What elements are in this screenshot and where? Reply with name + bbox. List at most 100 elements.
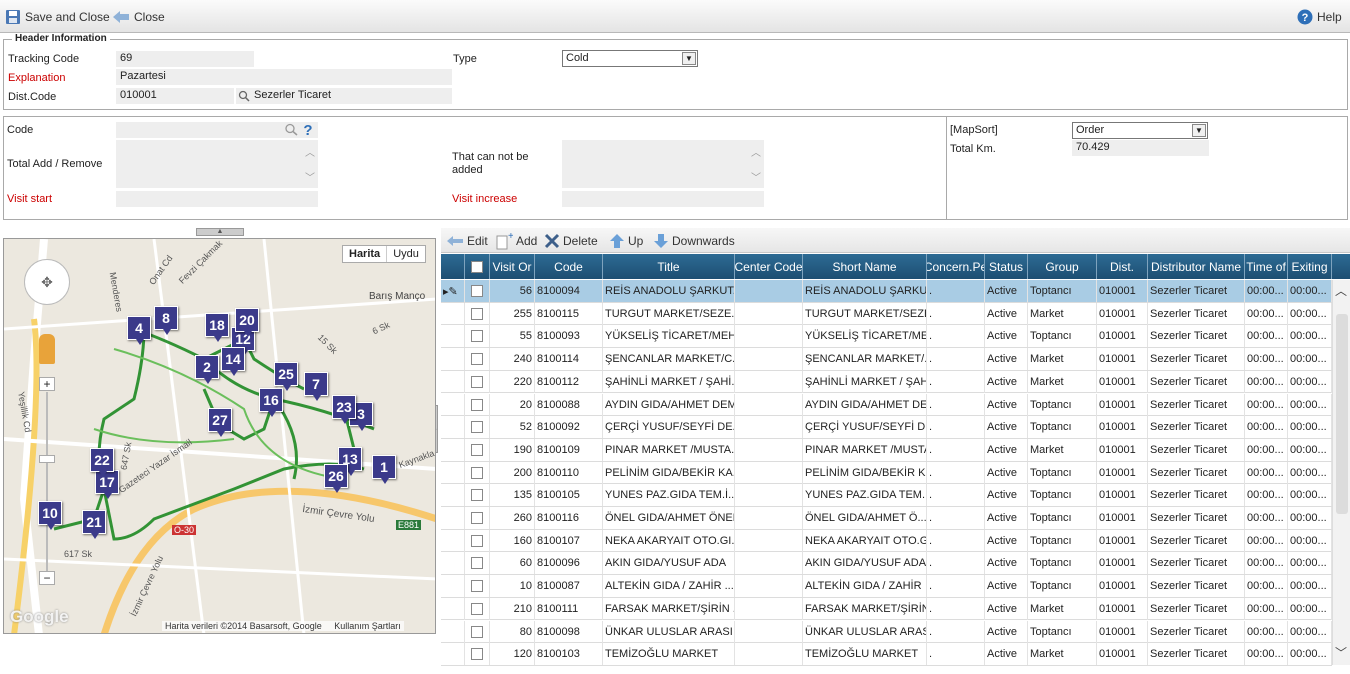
row-checkbox-cell[interactable] (465, 280, 490, 302)
textarea-scrollbar[interactable]: ︿ ﹀ (304, 144, 316, 184)
route-marker[interactable]: 16 (259, 388, 283, 417)
route-map[interactable]: Harita Uydu ✥ + − Barış Manço İzmir Çevr… (3, 238, 436, 634)
zoom-slider-track[interactable] (46, 392, 48, 572)
row-checkbox-cell[interactable] (465, 348, 490, 371)
mapsort-select[interactable]: Order ▼ (1072, 122, 1208, 139)
select-all-checkbox[interactable] (471, 260, 483, 273)
route-marker[interactable]: 21 (82, 510, 106, 539)
row-checkbox[interactable] (471, 443, 483, 456)
splitter-collapse-handle[interactable]: ▲ (196, 228, 244, 236)
add-button[interactable]: + Add (493, 232, 537, 250)
dist-code-field[interactable]: 010001 (116, 88, 234, 104)
route-marker[interactable]: 8 (154, 306, 178, 335)
column-header[interactable]: Visit Or (490, 254, 535, 279)
table-row[interactable]: 210 8100111 FARSAK MARKET/ŞİRİN ... FARSAK … (441, 597, 1332, 621)
map-pan-control[interactable]: ✥ (24, 259, 70, 305)
grid-vertical-scrollbar[interactable]: ︿ ﹀ (1332, 280, 1350, 665)
table-row[interactable]: 160 8100107 NEKA AKARYAIT OTO.GI... NEKA AK… (441, 529, 1332, 553)
delete-button[interactable]: Delete (544, 232, 598, 250)
row-checkbox[interactable] (471, 421, 483, 434)
route-marker[interactable]: 1 (372, 455, 396, 484)
row-checkbox[interactable] (471, 398, 483, 411)
table-row[interactable]: 55 8100093 YÜKSELİŞ TİCARET/MEH... YÜKSELİŞ… (441, 325, 1332, 349)
route-marker[interactable]: 4 (127, 316, 151, 345)
edit-button[interactable]: Edit (446, 232, 488, 250)
column-header[interactable]: Short Name (803, 254, 927, 279)
row-checkbox[interactable] (471, 580, 483, 593)
row-checkbox-cell[interactable] (465, 438, 490, 461)
textarea-scrollbar[interactable]: ︿ ﹀ (750, 144, 762, 184)
chevron-up-icon[interactable]: ︿ (1335, 282, 1347, 299)
table-row[interactable]: 135 8100105 YUNES PAZ.GIDA TEM.İ... YUNES P… (441, 484, 1332, 507)
row-checkbox-cell[interactable] (465, 643, 490, 666)
save-and-close-button[interactable]: Save and Close (5, 8, 110, 26)
map-terms-link[interactable]: Kullanım Şartları (334, 621, 401, 631)
code-field[interactable]: ? (116, 122, 318, 138)
move-down-button[interactable]: Downwards (653, 232, 735, 250)
search-icon[interactable] (238, 90, 250, 102)
table-row[interactable]: 80 8100098 ÜNKAR ULUSLAR ARASI ... ÜNKAR UL… (441, 620, 1332, 644)
row-checkbox[interactable] (471, 489, 483, 502)
select-all-checkbox-cell[interactable] (465, 254, 490, 279)
search-icon[interactable] (284, 123, 298, 136)
column-header[interactable]: Group (1028, 254, 1097, 279)
route-marker[interactable]: 20 (235, 308, 259, 337)
map-view-button[interactable]: Harita (343, 246, 388, 262)
route-marker[interactable]: 25 (274, 362, 298, 391)
table-row[interactable]: ▸✎ 56 8100094 REİS ANADOLU ŞARKUT... REİS AN… (441, 280, 1332, 303)
row-checkbox[interactable] (471, 602, 483, 615)
help-button[interactable]: ? Help (1297, 8, 1342, 26)
table-row[interactable]: 200 8100110 PELİNİM GIDA/BEKİR KA... PELİNİ… (441, 461, 1332, 485)
row-checkbox-cell[interactable] (465, 597, 490, 620)
zoom-slider-handle[interactable] (39, 455, 55, 463)
route-marker[interactable]: 7 (304, 372, 328, 401)
column-header[interactable]: Time of (1245, 254, 1288, 279)
row-checkbox-cell[interactable] (465, 416, 490, 439)
route-marker[interactable]: 10 (38, 501, 62, 530)
column-header[interactable]: Exiting (1288, 254, 1332, 279)
table-row[interactable]: 10 8100087 ALTEKİN GIDA / ZAHİR ... ALTEKİN… (441, 575, 1332, 598)
row-checkbox-cell[interactable] (465, 325, 490, 348)
table-row[interactable]: 190 8100109 PINAR MARKET /MUSTA... PINAR MA… (441, 438, 1332, 462)
chevron-down-icon[interactable]: ﹀ (1335, 644, 1347, 661)
row-checkbox-cell[interactable] (465, 370, 490, 393)
row-checkbox-cell[interactable] (465, 484, 490, 507)
row-checkbox[interactable] (471, 466, 483, 479)
row-checkbox[interactable] (471, 307, 483, 320)
table-row[interactable]: 260 8100116 ÖNEL GIDA/AHMET ÖNEL ÖNEL GIDA/… (441, 507, 1332, 530)
table-row[interactable]: 120 8100103 TEMİZOĞLU MARKET TEMİZOĞLU MARK… (441, 643, 1332, 666)
route-marker[interactable]: 27 (208, 408, 232, 437)
satellite-view-button[interactable]: Uydu (387, 246, 425, 262)
move-up-button[interactable]: Up (609, 232, 643, 250)
column-header[interactable]: Title (603, 254, 735, 279)
row-checkbox-cell[interactable] (465, 507, 490, 529)
row-checkbox-cell[interactable] (465, 393, 490, 416)
row-checkbox-cell[interactable] (465, 552, 490, 575)
route-marker[interactable]: 22 (90, 448, 114, 477)
column-header[interactable]: Distributor Name (1148, 254, 1245, 279)
cannot-add-textarea[interactable]: ︿ ﹀ (562, 140, 764, 188)
route-marker[interactable]: 18 (205, 313, 229, 342)
explanation-field[interactable]: Pazartesi (116, 69, 452, 85)
type-select[interactable]: Cold ▼ (562, 50, 698, 67)
row-checkbox-cell[interactable] (465, 529, 490, 552)
row-checkbox[interactable] (471, 353, 483, 366)
dist-name-field[interactable]: Sezerler Ticaret (236, 88, 452, 104)
column-header[interactable]: Concern.Pe (927, 254, 985, 279)
row-checkbox[interactable] (471, 330, 483, 343)
row-checkbox-cell[interactable] (465, 461, 490, 484)
row-checkbox[interactable] (471, 285, 483, 297)
tracking-code-field[interactable]: 69 (116, 51, 254, 67)
column-header[interactable]: Status (985, 254, 1028, 279)
row-checkbox-cell[interactable] (465, 620, 490, 643)
row-checkbox[interactable] (471, 512, 483, 524)
route-marker[interactable]: 14 (221, 347, 245, 376)
table-row[interactable]: 20 8100088 AYDIN GIDA/AHMET DEMİR AYDIN GID… (441, 393, 1332, 417)
visit-start-field[interactable] (116, 191, 318, 207)
zoom-out-button[interactable]: − (39, 571, 55, 585)
row-checkbox-cell[interactable] (465, 575, 490, 598)
route-marker[interactable]: 2 (195, 355, 219, 384)
help-question-icon[interactable]: ? (302, 122, 314, 137)
table-row[interactable]: 240 8100114 ŞENCANLAR MARKET/C... ŞENCANLAR… (441, 348, 1332, 371)
column-header[interactable]: Center Code (735, 254, 803, 279)
